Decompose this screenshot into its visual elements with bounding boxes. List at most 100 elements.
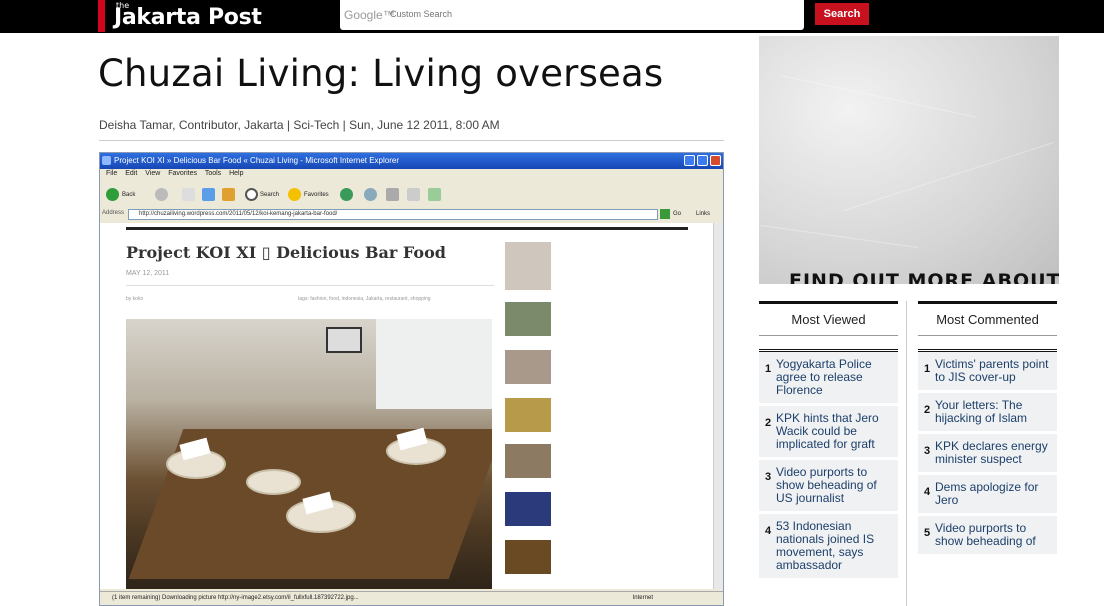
edit-icon	[407, 188, 420, 201]
go-icon	[660, 209, 670, 219]
tab-most-viewed[interactable]: Most Viewed	[759, 301, 898, 336]
paper-crease	[759, 224, 919, 249]
list-item[interactable]: 1 Victims' parents point to JIS cover-up	[918, 352, 1057, 390]
post-date: MAY 12, 2011	[126, 270, 170, 277]
item-link[interactable]: Dems apologize for Jero	[935, 481, 1051, 507]
paper-crease	[844, 142, 1054, 211]
post-rule	[126, 285, 494, 286]
item-number: 4	[765, 525, 772, 537]
window-title: Project KOI XI » Delicious Bar Food « Ch…	[114, 156, 400, 165]
plate	[246, 469, 301, 495]
media-icon	[340, 188, 353, 201]
thumbnail	[504, 241, 552, 291]
google-logo: Google™	[344, 8, 395, 22]
search-label: Search	[260, 192, 280, 198]
favorites-label: Favorites	[304, 192, 329, 198]
maximize-icon	[697, 155, 708, 166]
list-item[interactable]: 1 Yogyakarta Police agree to release Flo…	[759, 352, 898, 403]
refresh-icon	[202, 188, 215, 201]
item-number: 5	[924, 527, 931, 539]
list-item[interactable]: 3 KPK declares energy minister suspect	[918, 434, 1057, 472]
list-item[interactable]: 4 53 Indonesian nationals joined IS move…	[759, 514, 898, 578]
item-number: 3	[924, 445, 931, 457]
item-link[interactable]: Your letters: The hijacking of Islam	[935, 399, 1051, 425]
brand-accent-bar	[98, 0, 105, 32]
browser-toolbar: Back Search Favorites	[100, 183, 723, 205]
thumbnail	[504, 539, 552, 575]
thumbnail	[504, 443, 552, 479]
item-link[interactable]: KPK declares energy minister suspect	[935, 440, 1051, 466]
status-text: (1 item remaining) Downloading picture h…	[112, 595, 359, 601]
messenger-icon	[428, 188, 441, 201]
article-title: Chuzai Living: Living overseas	[98, 52, 664, 95]
article-image: Project KOI XI » Delicious Bar Food « Ch…	[99, 152, 724, 606]
item-link[interactable]: Victims' parents point to JIS cover-up	[935, 358, 1051, 384]
item-number: 2	[924, 404, 931, 416]
wall-picture	[326, 327, 362, 353]
window-buttons	[684, 155, 721, 166]
paper-crease	[781, 75, 977, 118]
thumbnail	[504, 349, 552, 385]
page-top-rule	[126, 227, 688, 230]
ad-tagline: FIND OUT MORE ABOUT	[789, 270, 1059, 284]
item-number: 2	[765, 417, 772, 429]
ie-icon	[102, 156, 111, 165]
search-icon	[245, 188, 258, 201]
links-label: Links	[696, 211, 711, 217]
thumbnail	[504, 491, 552, 527]
browser-scrollbar	[713, 223, 723, 589]
photo-window	[376, 319, 492, 409]
list-item[interactable]: 4 Dems apologize for Jero	[918, 475, 1057, 513]
section-separator	[918, 336, 1057, 352]
thumbnail	[504, 397, 552, 433]
item-number: 3	[765, 471, 772, 483]
minimize-icon	[684, 155, 695, 166]
search-input[interactable]: Google™ Custom Search	[340, 0, 804, 30]
most-commented-panel: Most Commented 1 Victims' parents point …	[918, 301, 1057, 557]
address-label: Address	[102, 210, 125, 216]
browser-status-bar: (1 item remaining) Downloading picture h…	[100, 591, 723, 605]
search-placeholder: Custom Search	[390, 9, 453, 19]
star-icon	[288, 188, 301, 201]
item-number: 1	[765, 363, 772, 375]
post-tags: tags: fashion, food, indonesia, Jakarta,…	[298, 296, 431, 302]
window-titlebar: Project KOI XI » Delicious Bar Food « Ch…	[100, 153, 723, 169]
thumbnail	[504, 301, 552, 337]
forward-icon	[155, 188, 168, 201]
list-item[interactable]: 2 Your letters: The hijacking of Islam	[918, 393, 1057, 431]
menu-bar: File Edit View Favorites Tools Help	[106, 170, 244, 177]
print-icon	[386, 188, 399, 201]
column-divider	[906, 301, 907, 606]
restaurant-photo	[126, 319, 492, 589]
item-link[interactable]: KPK hints that Jero Wacik could be impli…	[776, 412, 892, 451]
item-link[interactable]: 53 Indonesian nationals joined IS moveme…	[776, 520, 892, 572]
top-bar: the Jakarta Post Google™ Custom Search S…	[0, 0, 1104, 33]
item-number: 1	[924, 363, 931, 375]
item-link[interactable]: Video purports to show beheading of	[935, 522, 1051, 548]
tab-most-commented[interactable]: Most Commented	[918, 301, 1057, 336]
go-label: Go	[673, 211, 682, 217]
browser-page: Project KOI XI ▯ Delicious Bar Food MAY …	[100, 223, 714, 589]
article-byline: Deisha Tamar, Contributor, Jakarta | Sci…	[99, 118, 500, 132]
address-field: http://chuzailiving.wordpress.com/2011/0…	[128, 209, 658, 220]
stop-icon	[182, 188, 195, 201]
post-title: Project KOI XI ▯ Delicious Bar Food	[126, 243, 446, 262]
list-item[interactable]: 2 KPK hints that Jero Wacik could be imp…	[759, 406, 898, 457]
status-zone: Internet	[632, 595, 653, 601]
address-bar: Address http://chuzailiving.wordpress.co…	[100, 208, 723, 222]
back-label: Back	[122, 192, 136, 198]
item-link[interactable]: Yogyakarta Police agree to release Flore…	[776, 358, 892, 397]
home-icon	[222, 188, 235, 201]
section-separator	[759, 336, 898, 352]
post-author: by koko	[126, 296, 144, 302]
mail-icon	[364, 188, 377, 201]
item-number: 4	[924, 486, 931, 498]
most-viewed-panel: Most Viewed 1 Yogyakarta Police agree to…	[759, 301, 898, 581]
back-icon	[106, 188, 119, 201]
item-link[interactable]: Video purports to show beheading of US j…	[776, 466, 892, 505]
advertisement[interactable]: FIND OUT MORE ABOUT	[759, 36, 1059, 284]
close-icon	[710, 155, 721, 166]
list-item[interactable]: 3 Video purports to show beheading of US…	[759, 460, 898, 511]
list-item[interactable]: 5 Video purports to show beheading of	[918, 516, 1057, 554]
search-button[interactable]: Search	[815, 3, 869, 25]
